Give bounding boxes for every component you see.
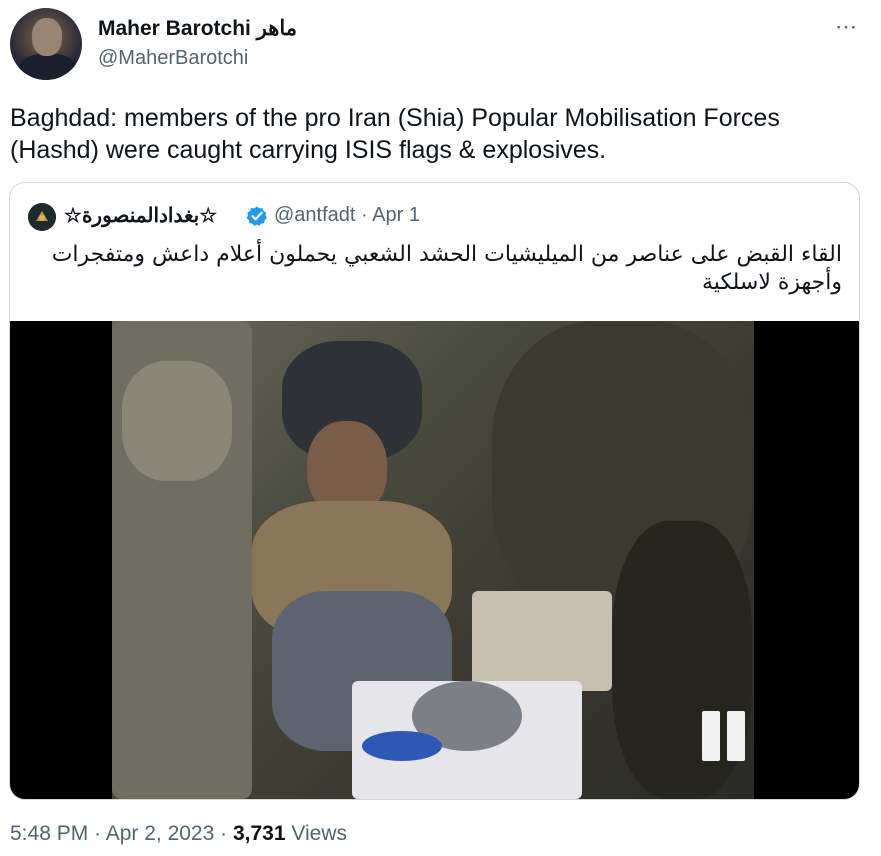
quoted-media[interactable]: [10, 321, 859, 799]
quoted-handle-date[interactable]: @antfadt · Apr 1: [274, 204, 420, 227]
tweet-time[interactable]: 5:48 PM · Apr 2, 2023 ·: [10, 822, 233, 845]
video-thumbnail[interactable]: [112, 321, 754, 799]
views-label: Views: [285, 822, 347, 845]
tweet-text: Baghdad: members of the pro Iran (Shia) …: [10, 104, 780, 164]
quoted-tweet[interactable]: ☆بغدادالمنصورة☆ @antfadt · Apr 1 القاء ا…: [9, 182, 860, 800]
quoted-tweet-text: القاء القبض على عناصر من الميليشيات الحش…: [51, 242, 842, 295]
quoted-tweet-header: ☆بغدادالمنصورة☆ @antfadt · Apr 1: [10, 201, 859, 231]
quoted-display-name[interactable]: ☆بغدادالمنصورة☆: [64, 203, 217, 228]
verified-badge-icon: [246, 206, 267, 226]
tweet-timestamp-row: 5:48 PM · Apr 2, 2023 · 3,731 Views: [10, 822, 347, 846]
avatar[interactable]: [10, 8, 82, 80]
tweet-header: Maher Barotchi ماهر @MaherBarotchi ⋯: [10, 8, 870, 82]
more-options-icon[interactable]: ⋯: [835, 14, 858, 40]
quoted-avatar[interactable]: [28, 203, 56, 231]
author-handle[interactable]: @MaherBarotchi: [98, 47, 248, 70]
views-count: 3,731: [232, 822, 286, 845]
author-display-name[interactable]: Maher Barotchi ماهر: [98, 16, 297, 41]
